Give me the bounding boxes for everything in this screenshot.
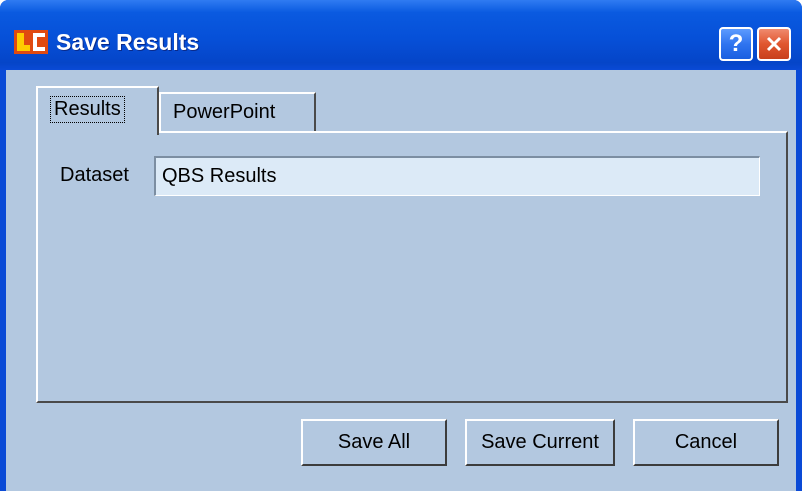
dataset-label: Dataset (60, 164, 129, 186)
results-tab-panel: Dataset (36, 131, 788, 403)
tab-powerpoint[interactable]: PowerPoint (159, 92, 316, 131)
save-results-dialog: Save Results ? Results PowerPoint Datase… (0, 0, 802, 491)
cancel-button[interactable]: Cancel (633, 419, 779, 466)
close-x-icon (766, 36, 782, 52)
help-button[interactable]: ? (719, 27, 753, 61)
tab-results[interactable]: Results (36, 86, 159, 135)
close-button[interactable] (757, 27, 791, 61)
save-all-button[interactable]: Save All (301, 419, 447, 466)
tab-results-label: Results (50, 96, 125, 123)
app-logo-icon (14, 30, 48, 54)
question-mark-icon: ? (728, 30, 744, 57)
dataset-input[interactable] (154, 156, 760, 196)
dialog-client-area: Results PowerPoint Dataset Save All Save… (6, 70, 796, 491)
window-title: Save Results (56, 29, 200, 55)
tab-powerpoint-label: PowerPoint (173, 101, 276, 123)
save-current-button[interactable]: Save Current (465, 419, 615, 466)
title-bar[interactable]: Save Results ? (0, 0, 802, 70)
